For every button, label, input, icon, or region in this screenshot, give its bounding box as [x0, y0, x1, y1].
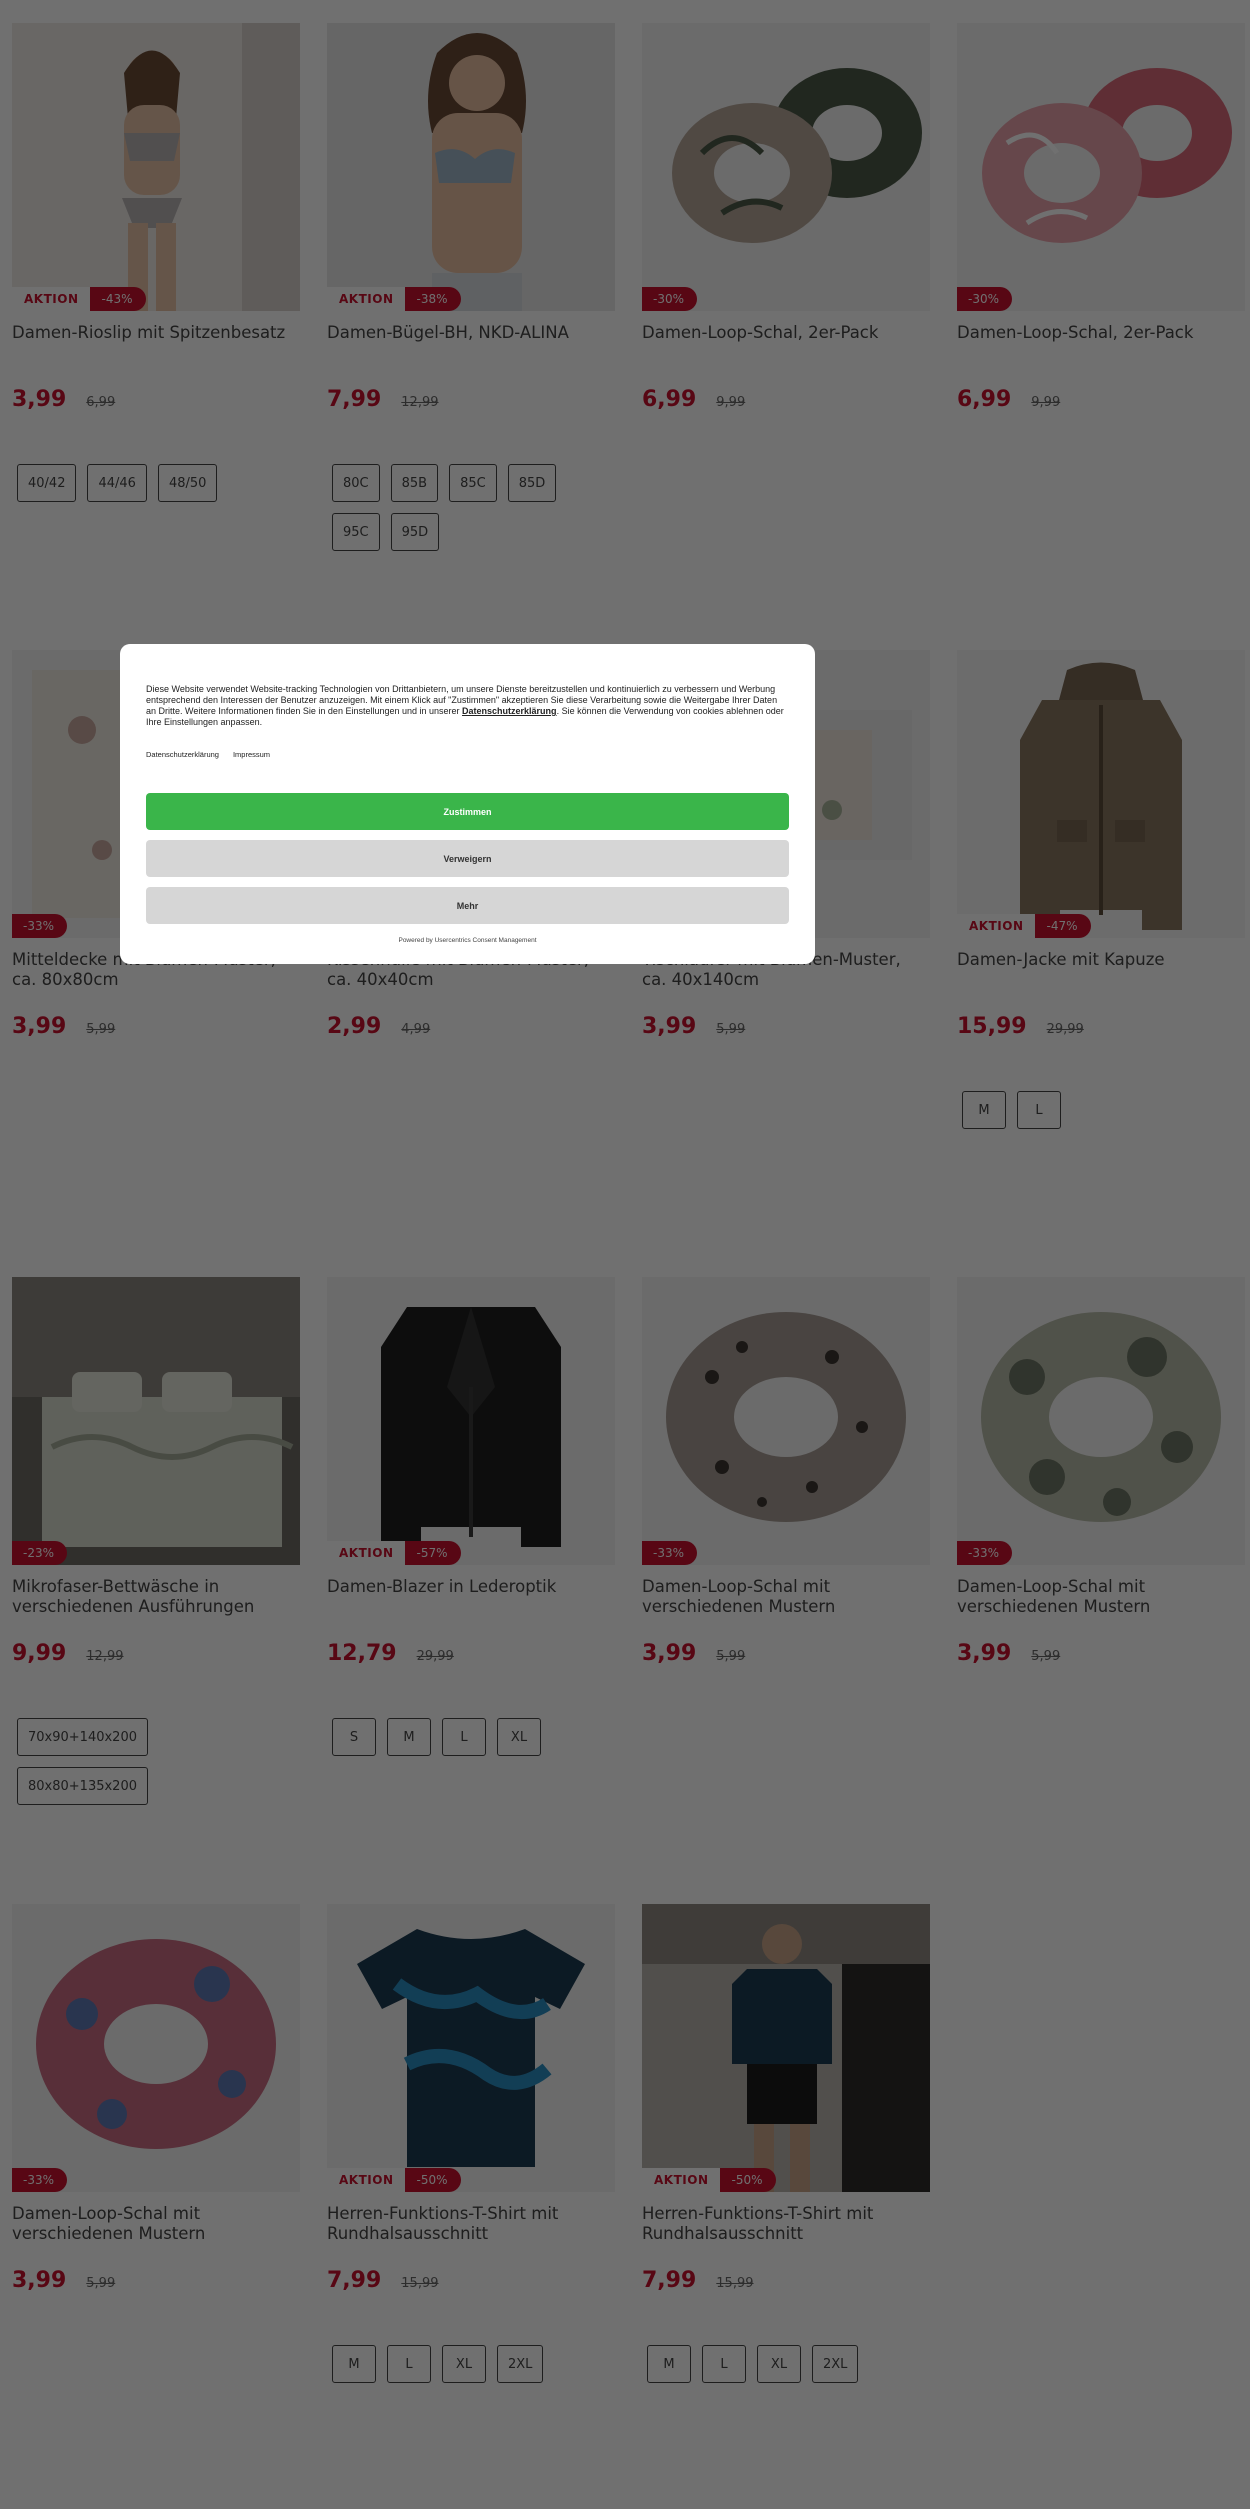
more-button[interactable]: Mehr: [146, 887, 789, 924]
accept-button[interactable]: Zustimmen: [146, 793, 789, 830]
privacy-inline-link[interactable]: Datenschutzerklärung: [462, 706, 557, 716]
consent-text: Diese Website verwendet Website-tracking…: [146, 684, 784, 727]
imprint-link[interactable]: Impressum: [233, 750, 270, 759]
deny-button[interactable]: Verweigern: [146, 840, 789, 877]
powered-by-text: Powered by Usercentrics Consent Manageme…: [398, 937, 537, 944]
consent-dialog: Diese Website verwendet Website-tracking…: [120, 644, 815, 964]
privacy-link[interactable]: Datenschutzerklärung: [146, 750, 219, 759]
consent-overlay[interactable]: [0, 0, 1250, 2509]
